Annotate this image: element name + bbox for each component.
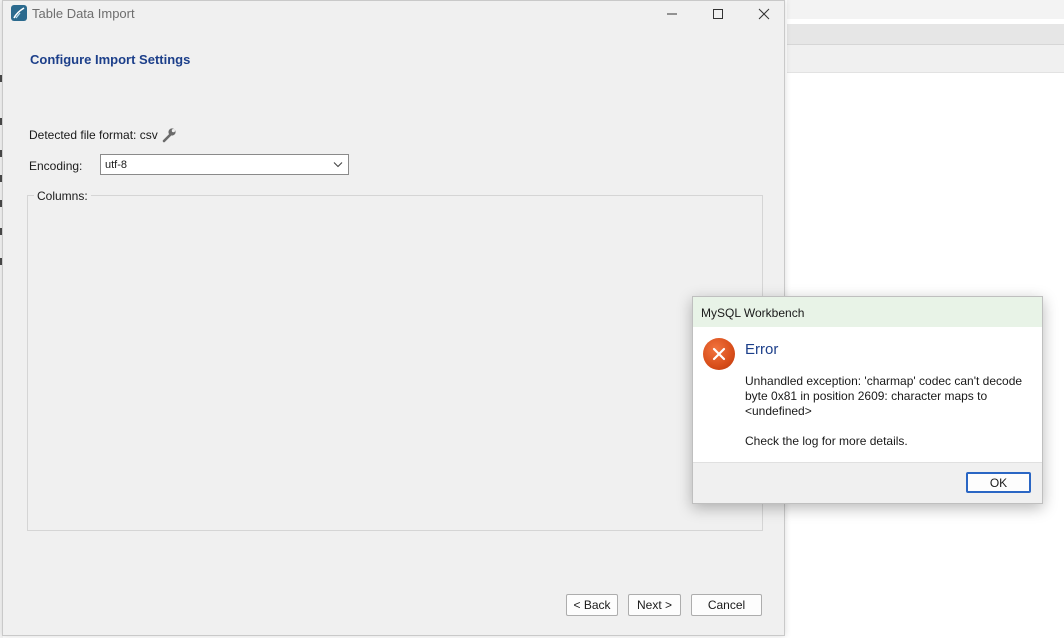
next-button[interactable]: Next > [628, 594, 681, 616]
encoding-label: Encoding: [29, 159, 83, 173]
window-title: Table Data Import [32, 6, 135, 21]
encoding-value: utf-8 [105, 159, 128, 171]
chevron-down-icon [333, 162, 343, 168]
page-title: Configure Import Settings [30, 52, 191, 67]
columns-group: Columns: [27, 189, 763, 531]
error-dialog: MySQL Workbench Error Unhandled exceptio… [692, 296, 1043, 504]
background-app-titlebar [787, 0, 1064, 19]
dialog-title-bar[interactable]: MySQL Workbench [693, 297, 1042, 327]
maximize-button[interactable] [695, 1, 740, 27]
wrench-icon[interactable] [160, 126, 178, 144]
background-app-toolbar [787, 24, 1064, 45]
cancel-button[interactable]: Cancel [691, 594, 762, 616]
error-hint: Check the log for more details. [745, 434, 908, 448]
error-icon [703, 338, 735, 370]
error-message: Unhandled exception: 'charmap' codec can… [745, 374, 1023, 418]
close-button[interactable] [741, 1, 786, 27]
minimize-icon [666, 13, 677, 15]
columns-label: Columns: [34, 189, 91, 203]
dialog-title: MySQL Workbench [701, 306, 805, 320]
title-bar[interactable]: Table Data Import [3, 1, 784, 28]
minimize-button[interactable] [649, 1, 694, 27]
detected-format-label: Detected file format: csv [29, 128, 158, 142]
encoding-select[interactable]: utf-8 [100, 154, 349, 175]
error-heading: Error [745, 341, 779, 358]
maximize-icon [712, 9, 723, 19]
table-data-import-window: Table Data Import Configure Import Setti… [2, 0, 785, 636]
workbench-app-icon [11, 5, 27, 21]
ok-button[interactable]: OK [966, 472, 1031, 493]
back-button[interactable]: < Back [566, 594, 618, 616]
close-icon [758, 8, 769, 20]
dialog-footer: OK [693, 462, 1042, 503]
background-app-tabbar [787, 45, 1064, 73]
